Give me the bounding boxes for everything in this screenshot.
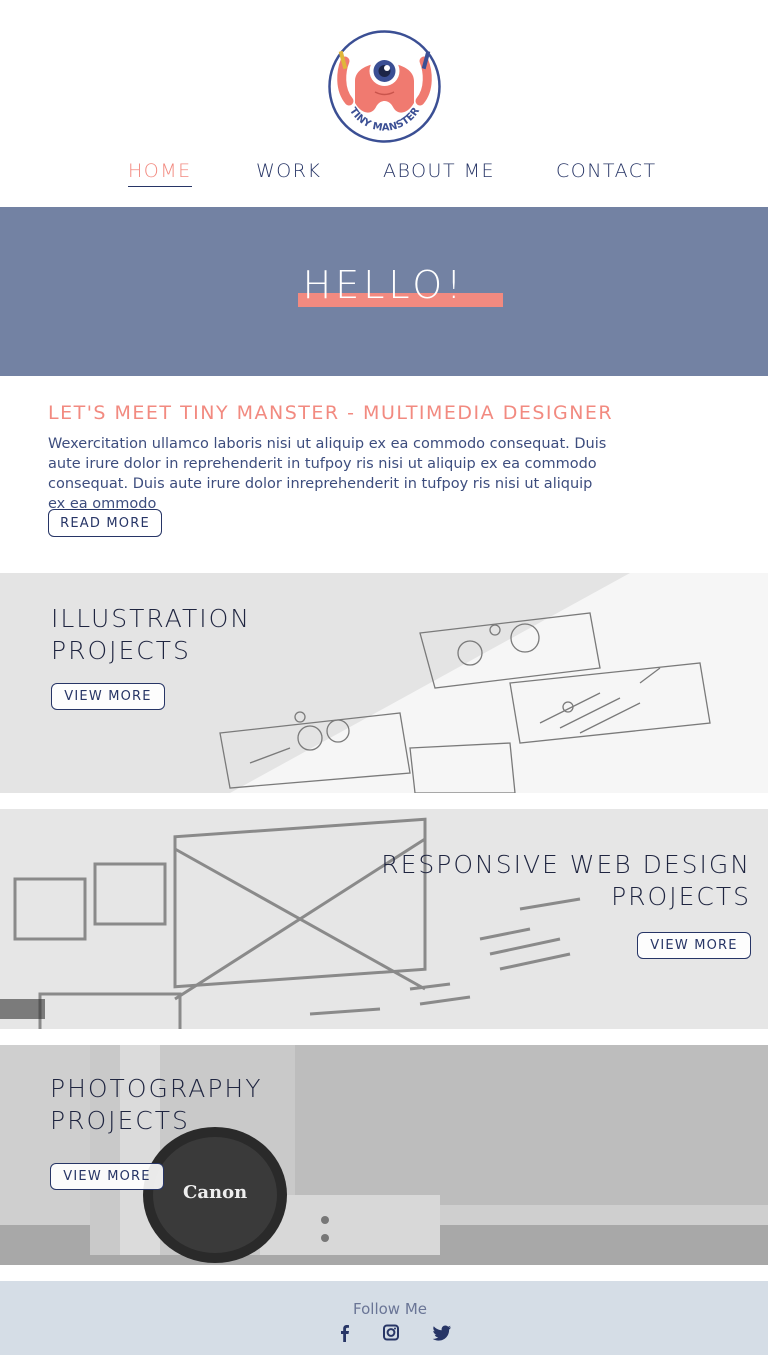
panel-title: ILLUSTRATION PROJECTS	[51, 604, 251, 665]
wireframe-sketch-image	[0, 809, 768, 1029]
hero-title: HELLO!	[302, 263, 466, 307]
photo-brand-text: Canon	[183, 1182, 247, 1203]
photography-projects-panel[interactable]: Canon PHOTOGRAPHY PROJECTS VIEW MORE	[0, 1045, 768, 1265]
web-design-projects-panel[interactable]: RESPONSIVE WEB DESIGN PROJECTS VIEW MORE	[0, 809, 768, 1029]
follow-me-label: Follow Me	[353, 1300, 427, 1318]
panel-title: PHOTOGRAPHY PROJECTS	[50, 1074, 263, 1135]
hero-banner: HELLO!	[0, 207, 768, 376]
twitter-icon[interactable]	[432, 1324, 452, 1342]
intro-section: LET'S MEET TINY MANSTER - MULTIMEDIA DES…	[0, 376, 768, 573]
site-header: TINY MANSTER HOME WORK ABOUT ME CONTACT	[0, 0, 768, 207]
view-more-button[interactable]: VIEW MORE	[637, 932, 751, 959]
view-more-button[interactable]: VIEW MORE	[50, 1163, 164, 1190]
nav-contact[interactable]: CONTACT	[556, 160, 657, 182]
intro-text: Wexercitation ullamco laboris nisi ut al…	[48, 436, 607, 512]
nav-about-me[interactable]: ABOUT ME	[383, 160, 495, 182]
nav-work[interactable]: WORK	[256, 160, 321, 182]
instagram-icon[interactable]	[381, 1324, 401, 1342]
illustration-projects-panel[interactable]: ILLUSTRATION PROJECTS VIEW MORE	[0, 573, 768, 793]
view-more-button[interactable]: VIEW MORE	[51, 683, 165, 710]
tiny-manster-logo[interactable]: TINY MANSTER	[327, 29, 442, 144]
nav-home[interactable]: HOME	[128, 160, 192, 187]
facebook-icon[interactable]	[335, 1324, 355, 1342]
site-footer: Follow Me	[0, 1281, 768, 1355]
intro-heading: LET'S MEET TINY MANSTER - MULTIMEDIA DES…	[48, 402, 614, 424]
main-nav: HOME WORK ABOUT ME CONTACT	[0, 160, 768, 192]
read-more-button[interactable]: READ MORE	[48, 509, 162, 537]
panel-title: RESPONSIVE WEB DESIGN PROJECTS	[381, 850, 751, 911]
